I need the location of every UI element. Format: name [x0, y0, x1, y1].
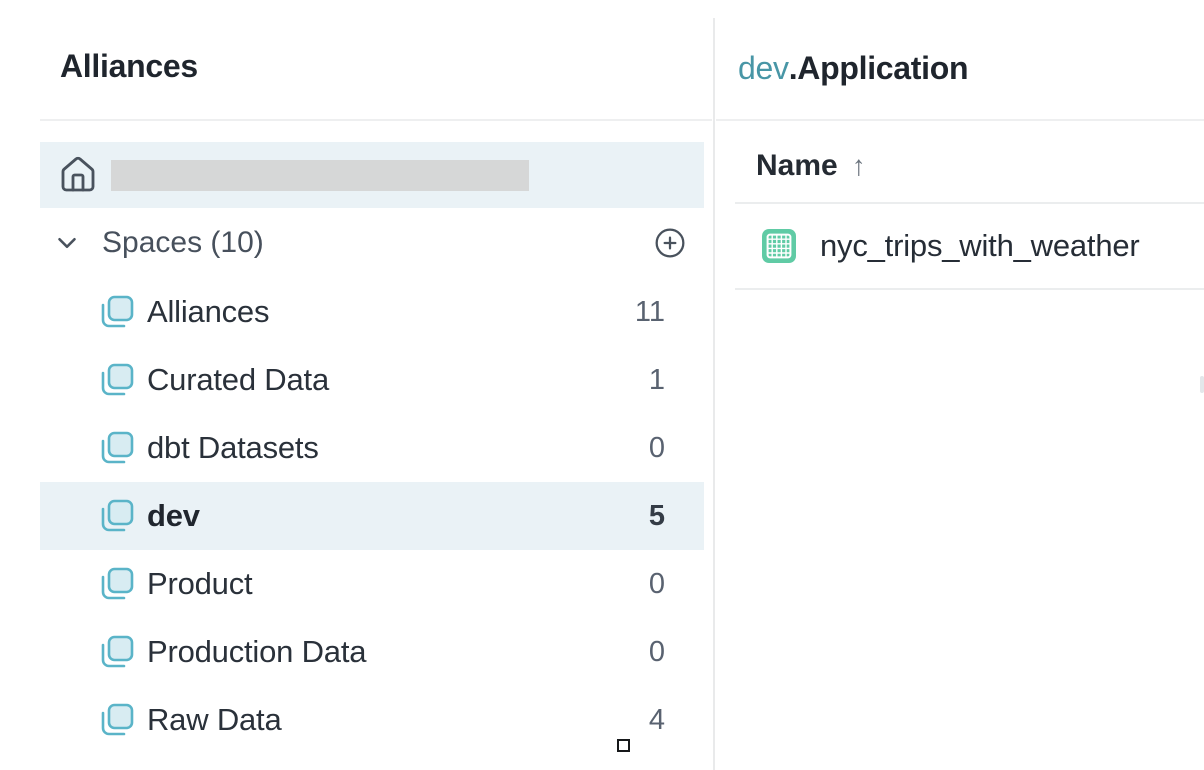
table-grid-icon [762, 229, 796, 263]
space-label: Curated Data [147, 362, 329, 398]
space-layers-icon [100, 703, 134, 737]
space-layers-icon [100, 431, 134, 465]
spaces-section-header[interactable]: Spaces (10) [40, 222, 704, 264]
space-count: 0 [625, 636, 665, 669]
sidebar-item-curated-data[interactable]: Curated Data 1 [40, 346, 704, 414]
main-header-divider [716, 119, 1204, 121]
sidebar-item-alliances[interactable]: Alliances 11 [40, 278, 704, 346]
schema-name: dev [738, 50, 789, 86]
space-label: Production Data [147, 634, 366, 670]
space-label: Raw Data [147, 702, 282, 738]
space-layers-icon [100, 635, 134, 669]
sidebar-item-dbt-datasets[interactable]: dbt Datasets 0 [40, 414, 704, 482]
plus-circle-icon [654, 227, 686, 259]
name-header-label: Name [756, 149, 838, 183]
space-label: dbt Datasets [147, 430, 319, 466]
space-count: 1 [625, 364, 665, 397]
dataset-row[interactable]: nyc_trips_with_weather [762, 206, 1204, 286]
sidebar-item-product[interactable]: Product 0 [40, 550, 704, 618]
space-layers-icon [100, 295, 134, 329]
panel-divider [713, 18, 715, 770]
space-count: 0 [625, 568, 665, 601]
space-count: 0 [625, 432, 665, 465]
row-divider [735, 202, 1204, 204]
sidebar-item-raw-data[interactable]: Raw Data 4 [40, 686, 704, 754]
space-layers-icon [100, 363, 134, 397]
cursor-artifact [617, 739, 630, 752]
space-label: dev [147, 498, 200, 534]
dataset-name: nyc_trips_with_weather [820, 228, 1140, 264]
home-row[interactable] [40, 142, 704, 208]
space-layers-icon [100, 499, 134, 533]
table-title: .Application [789, 50, 969, 86]
space-count: 11 [625, 296, 665, 329]
page-title: dev.Application [738, 50, 968, 87]
sidebar-header-divider [40, 119, 712, 121]
space-label: Product [147, 566, 252, 602]
space-count: 5 [625, 500, 665, 533]
home-icon [58, 155, 98, 195]
spaces-section-label: Spaces (10) [102, 226, 264, 260]
chevron-down-icon[interactable] [52, 228, 82, 258]
space-list: Alliances 11 Curated Data 1 dbt Datasets… [40, 278, 704, 754]
add-space-button[interactable] [654, 227, 686, 259]
space-count: 4 [625, 704, 665, 737]
name-column-header[interactable]: Name ↑ [756, 146, 866, 186]
space-label: Alliances [147, 294, 269, 330]
space-layers-icon [100, 567, 134, 601]
row-divider [735, 288, 1204, 290]
sidebar-item-dev[interactable]: dev 5 [40, 482, 704, 550]
sort-ascending-icon[interactable]: ↑ [852, 150, 866, 182]
scrollbar-sliver[interactable] [1200, 376, 1204, 393]
sidebar-item-production-data[interactable]: Production Data 0 [40, 618, 704, 686]
sidebar-title: Alliances [60, 48, 198, 85]
home-label-redacted [111, 160, 529, 191]
